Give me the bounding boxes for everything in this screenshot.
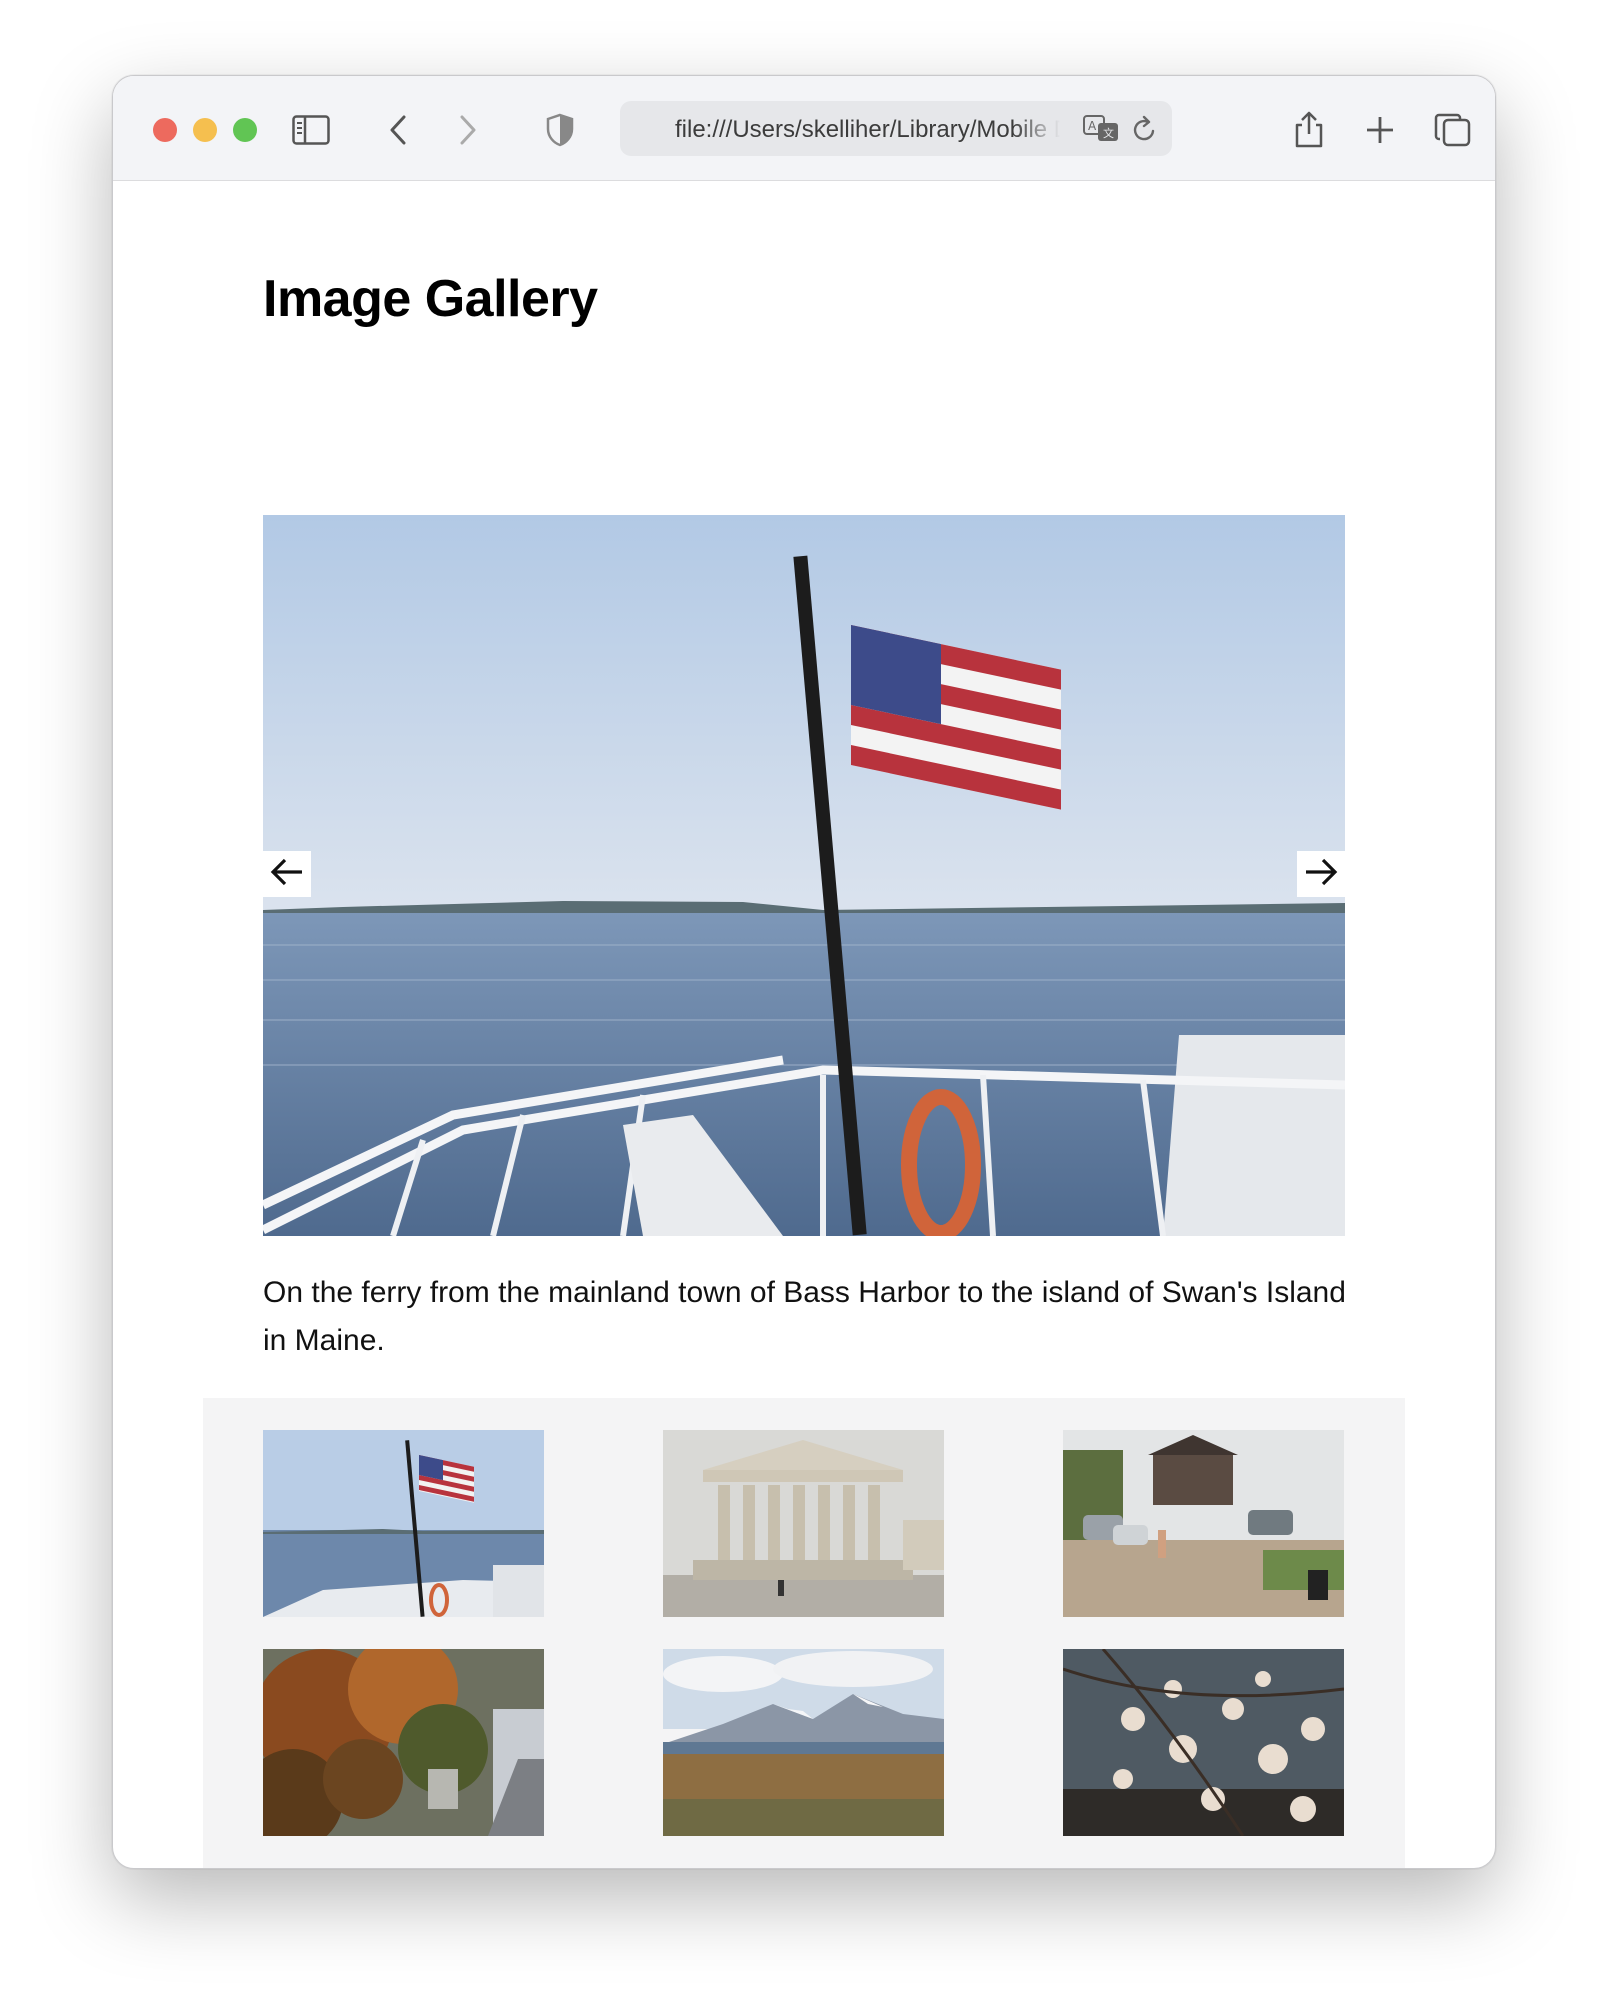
browser-toolbar: file:///Users/skelliher/Library/Mobile D… — [113, 76, 1495, 181]
arrow-left-icon — [269, 857, 305, 892]
reload-icon[interactable] — [1132, 115, 1158, 148]
thumbnail-2[interactable] — [663, 1430, 944, 1617]
address-bar[interactable]: file:///Users/skelliher/Library/Mobile D… — [620, 101, 1172, 156]
thumbnail-3[interactable] — [1063, 1430, 1344, 1617]
shield-icon[interactable] — [538, 108, 582, 152]
translate-icon[interactable]: A文 — [1082, 113, 1120, 148]
thumbnail-5[interactable] — [663, 1649, 944, 1836]
forward-icon[interactable] — [446, 108, 490, 152]
minimize-window-button[interactable] — [193, 118, 217, 142]
thumbnail-6[interactable] — [1063, 1649, 1344, 1836]
next-image-button[interactable] — [1297, 851, 1345, 897]
svg-text:文: 文 — [1103, 126, 1114, 140]
svg-text:A: A — [1088, 119, 1097, 133]
page-title: Image Gallery — [263, 270, 598, 328]
image-caption: On the ferry from the mainland town of B… — [263, 1276, 1346, 1357]
previous-image-button[interactable] — [263, 851, 311, 897]
close-window-button[interactable] — [153, 118, 177, 142]
share-icon[interactable] — [1287, 108, 1331, 152]
main-image — [263, 515, 1345, 1236]
address-url[interactable]: file:///Users/skelliher/Library/Mobile D… — [675, 116, 1060, 144]
thumbnail-1[interactable] — [263, 1430, 544, 1617]
zoom-window-button[interactable] — [233, 118, 257, 142]
arrow-right-icon — [1303, 857, 1339, 892]
thumbnail-4[interactable] — [263, 1649, 544, 1836]
tab-overview-icon[interactable] — [1431, 108, 1475, 152]
browser-window: file:///Users/skelliher/Library/Mobile D… — [112, 75, 1496, 1869]
thumbnail-strip — [203, 1398, 1405, 1868]
new-tab-icon[interactable] — [1358, 108, 1402, 152]
back-icon[interactable] — [376, 108, 420, 152]
sidebar-icon[interactable] — [289, 108, 333, 152]
